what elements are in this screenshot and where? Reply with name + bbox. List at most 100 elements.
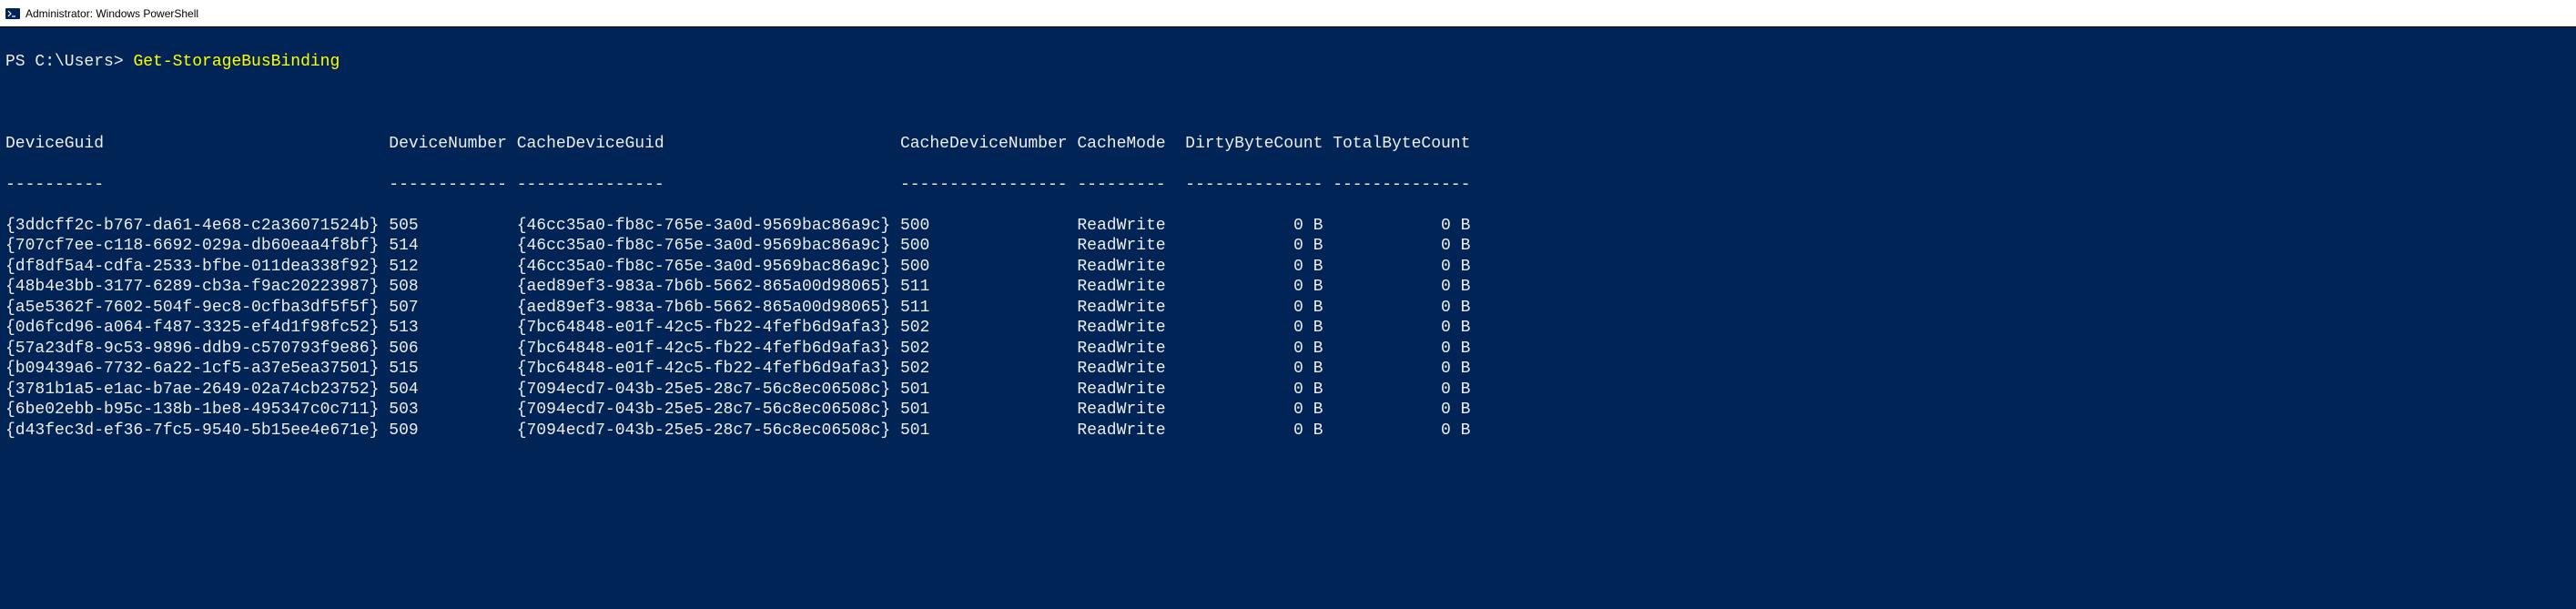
blank-line: [5, 93, 2571, 114]
cell-totalbytecount: 0 B: [1323, 318, 1470, 339]
sep-cachemode: ---------: [1077, 175, 1175, 196]
cell-cachedevicenumber: 511: [900, 277, 1077, 298]
cell-cachemode: ReadWrite: [1077, 257, 1175, 278]
sep-devicenumber: ------------: [389, 175, 516, 196]
cell-cachedeviceguid: {46cc35a0-fb8c-765e-3a0d-9569bac86a9c}: [517, 257, 900, 278]
separator-row: ----------------------------------------…: [5, 175, 2571, 196]
cell-cachedeviceguid: {aed89ef3-983a-7b6b-5662-865a00d98065}: [517, 277, 900, 298]
cell-deviceguid: {3ddcff2c-b767-da61-4e68-c2a36071524b}: [5, 216, 389, 237]
header-dirtybytecount: DirtyByteCount: [1175, 134, 1323, 155]
cell-cachedevicenumber: 502: [900, 318, 1077, 339]
cell-totalbytecount: 0 B: [1323, 216, 1470, 237]
cell-deviceguid: {48b4e3bb-3177-6289-cb3a-f9ac20223987}: [5, 277, 389, 298]
cell-cachedevicenumber: 501: [900, 400, 1077, 421]
terminal-output[interactable]: PS C:\Users> Get-StorageBusBinding Devic…: [0, 27, 2576, 609]
prompt-line: PS C:\Users> Get-StorageBusBinding: [5, 52, 2571, 73]
cell-deviceguid: {6be02ebb-b95c-138b-1be8-495347c0c711}: [5, 400, 389, 421]
cell-cachedeviceguid: {7094ecd7-043b-25e5-28c7-56c8ec06508c}: [517, 421, 900, 442]
cell-cachedeviceguid: {7bc64848-e01f-42c5-fb22-4fefb6d9afa3}: [517, 339, 900, 360]
header-cachedevicenumber: CacheDeviceNumber: [900, 134, 1077, 155]
cell-deviceguid: {b09439a6-7732-6a22-1cf5-a37e5ea37501}: [5, 359, 389, 380]
table-row: {0d6fcd96-a064-f487-3325-ef4d1f98fc52}51…: [5, 318, 2571, 339]
cell-cachedevicenumber: 511: [900, 298, 1077, 319]
sep-cachedeviceguid: ---------------: [517, 175, 900, 196]
cell-cachemode: ReadWrite: [1077, 236, 1175, 257]
cell-cachedevicenumber: 502: [900, 339, 1077, 360]
cell-devicenumber: 505: [389, 216, 516, 237]
cell-totalbytecount: 0 B: [1323, 236, 1470, 257]
table-row: {3ddcff2c-b767-da61-4e68-c2a36071524b}50…: [5, 216, 2571, 237]
table-row: {a5e5362f-7602-504f-9ec8-0cfba3df5f5f}50…: [5, 298, 2571, 319]
table-row: {df8df5a4-cdfa-2533-bfbe-011dea338f92}51…: [5, 257, 2571, 278]
cell-devicenumber: 506: [389, 339, 516, 360]
cell-cachedeviceguid: {7bc64848-e01f-42c5-fb22-4fefb6d9afa3}: [517, 318, 900, 339]
cell-cachedeviceguid: {7094ecd7-043b-25e5-28c7-56c8ec06508c}: [517, 400, 900, 421]
cell-cachedevicenumber: 501: [900, 380, 1077, 401]
cell-cachedevicenumber: 501: [900, 421, 1077, 442]
table-row: {57a23df8-9c53-9896-ddb9-c570793f9e86}50…: [5, 339, 2571, 360]
window-title: Administrator: Windows PowerShell: [25, 7, 198, 20]
window-titlebar[interactable]: Administrator: Windows PowerShell: [0, 0, 2576, 27]
table-row: {707cf7ee-c118-6692-029a-db60eaa4f8bf}51…: [5, 236, 2571, 257]
cell-dirtybytecount: 0 B: [1175, 298, 1323, 319]
cell-deviceguid: {57a23df8-9c53-9896-ddb9-c570793f9e86}: [5, 339, 389, 360]
cell-totalbytecount: 0 B: [1323, 421, 1470, 442]
cell-deviceguid: {df8df5a4-cdfa-2533-bfbe-011dea338f92}: [5, 257, 389, 278]
table-row: {48b4e3bb-3177-6289-cb3a-f9ac20223987}50…: [5, 277, 2571, 298]
cell-cachedeviceguid: {7094ecd7-043b-25e5-28c7-56c8ec06508c}: [517, 380, 900, 401]
cell-deviceguid: {d43fec3d-ef36-7fc5-9540-5b15ee4e671e}: [5, 421, 389, 442]
cell-devicenumber: 509: [389, 421, 516, 442]
cell-cachemode: ReadWrite: [1077, 298, 1175, 319]
cell-deviceguid: {a5e5362f-7602-504f-9ec8-0cfba3df5f5f}: [5, 298, 389, 319]
cell-cachemode: ReadWrite: [1077, 277, 1175, 298]
cell-cachemode: ReadWrite: [1077, 380, 1175, 401]
cell-cachedevicenumber: 500: [900, 216, 1077, 237]
cell-deviceguid: {707cf7ee-c118-6692-029a-db60eaa4f8bf}: [5, 236, 389, 257]
cell-dirtybytecount: 0 B: [1175, 400, 1323, 421]
sep-totalbytecount: --------------: [1323, 175, 1470, 196]
cell-devicenumber: 515: [389, 359, 516, 380]
cell-cachemode: ReadWrite: [1077, 421, 1175, 442]
cell-totalbytecount: 0 B: [1323, 380, 1470, 401]
cell-cachemode: ReadWrite: [1077, 318, 1175, 339]
header-cachedeviceguid: CacheDeviceGuid: [517, 134, 900, 155]
cell-totalbytecount: 0 B: [1323, 298, 1470, 319]
cell-cachemode: ReadWrite: [1077, 400, 1175, 421]
cell-dirtybytecount: 0 B: [1175, 339, 1323, 360]
sep-dirtybytecount: --------------: [1175, 175, 1323, 196]
cell-cachedevicenumber: 500: [900, 257, 1077, 278]
cell-dirtybytecount: 0 B: [1175, 236, 1323, 257]
header-totalbytecount: TotalByteCount: [1323, 134, 1470, 155]
cell-devicenumber: 503: [389, 400, 516, 421]
cell-devicenumber: 508: [389, 277, 516, 298]
cell-devicenumber: 512: [389, 257, 516, 278]
sep-cachedevicenumber: -----------------: [900, 175, 1077, 196]
cell-devicenumber: 504: [389, 380, 516, 401]
cell-cachedeviceguid: {46cc35a0-fb8c-765e-3a0d-9569bac86a9c}: [517, 236, 900, 257]
cell-deviceguid: {0d6fcd96-a064-f487-3325-ef4d1f98fc52}: [5, 318, 389, 339]
cell-cachemode: ReadWrite: [1077, 216, 1175, 237]
cell-dirtybytecount: 0 B: [1175, 277, 1323, 298]
table-row: {b09439a6-7732-6a22-1cf5-a37e5ea37501}51…: [5, 359, 2571, 380]
cell-totalbytecount: 0 B: [1323, 257, 1470, 278]
sep-deviceguid: ----------: [5, 175, 389, 196]
table-row: {d43fec3d-ef36-7fc5-9540-5b15ee4e671e}50…: [5, 421, 2571, 442]
cell-cachedevicenumber: 500: [900, 236, 1077, 257]
cell-cachedeviceguid: {7bc64848-e01f-42c5-fb22-4fefb6d9afa3}: [517, 359, 900, 380]
header-cachemode: CacheMode: [1077, 134, 1175, 155]
cell-cachedeviceguid: {46cc35a0-fb8c-765e-3a0d-9569bac86a9c}: [517, 216, 900, 237]
cell-cachemode: ReadWrite: [1077, 339, 1175, 360]
cell-devicenumber: 513: [389, 318, 516, 339]
command-text: Get-StorageBusBinding: [133, 52, 340, 73]
cell-dirtybytecount: 0 B: [1175, 421, 1323, 442]
cell-totalbytecount: 0 B: [1323, 339, 1470, 360]
prompt-prefix: PS C:\Users>: [5, 52, 133, 73]
header-devicenumber: DeviceNumber: [389, 134, 516, 155]
powershell-icon: [5, 6, 20, 21]
cell-dirtybytecount: 0 B: [1175, 380, 1323, 401]
cell-cachedeviceguid: {aed89ef3-983a-7b6b-5662-865a00d98065}: [517, 298, 900, 319]
header-deviceguid: DeviceGuid: [5, 134, 389, 155]
table-row: {6be02ebb-b95c-138b-1be8-495347c0c711}50…: [5, 400, 2571, 421]
cell-cachedevicenumber: 502: [900, 359, 1077, 380]
header-row: DeviceGuidDeviceNumberCacheDeviceGuidCac…: [5, 134, 2571, 155]
